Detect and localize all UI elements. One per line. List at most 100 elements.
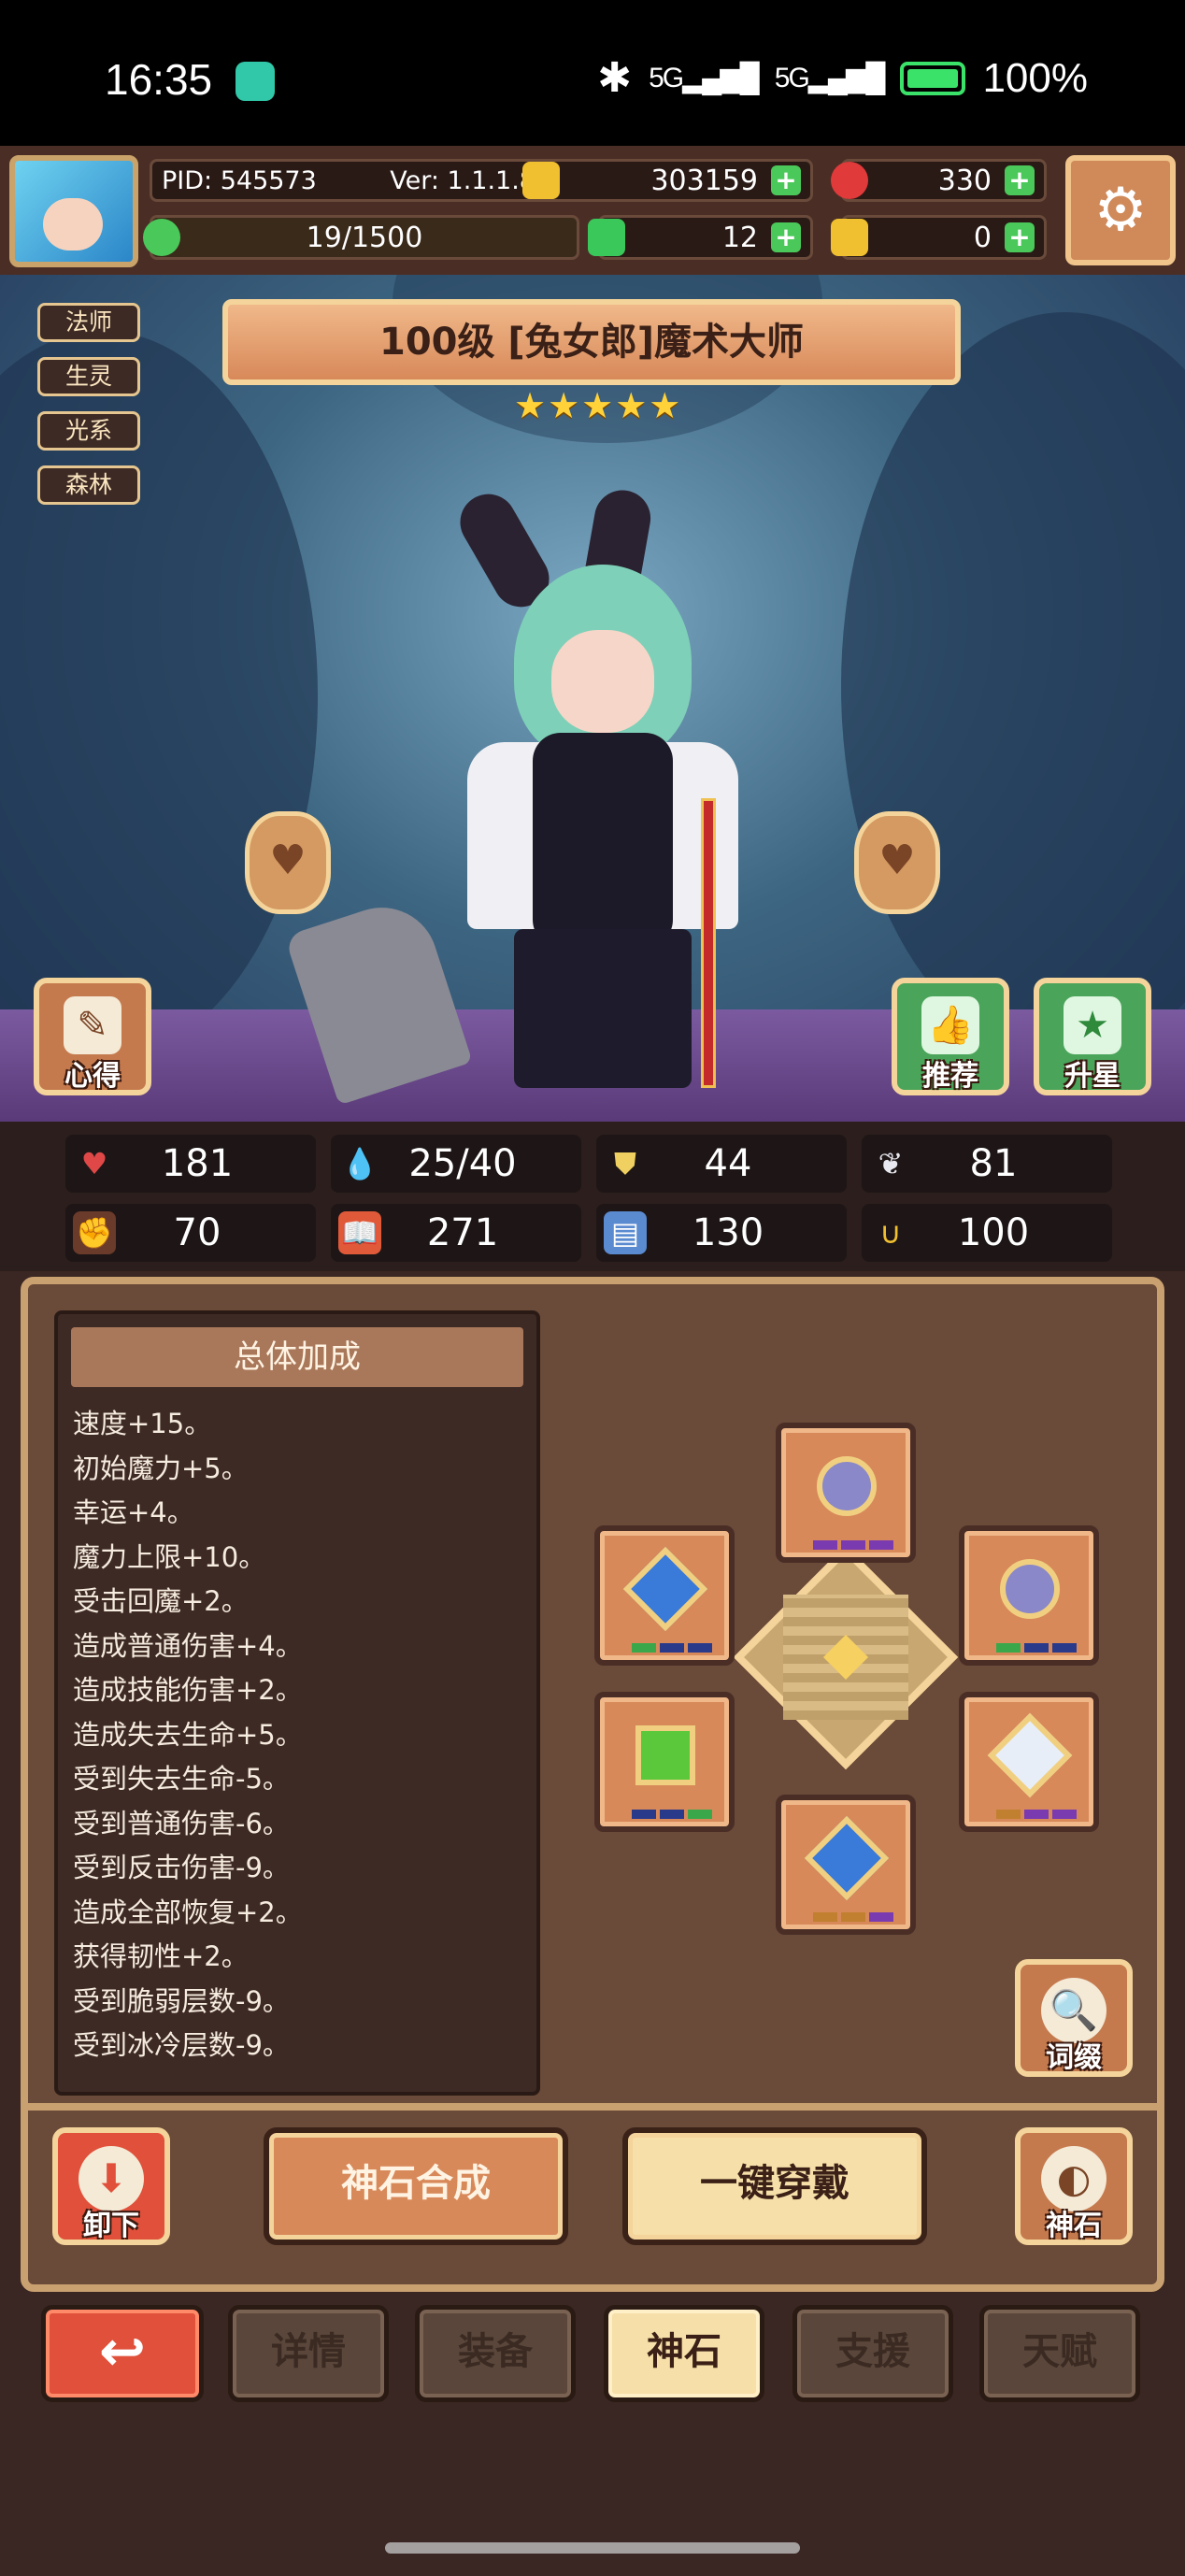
godstone-slot-bottom[interactable] [776, 1795, 916, 1935]
equip-all-button[interactable]: 一键穿戴 [622, 2127, 927, 2245]
key-amount: 0 [973, 221, 992, 254]
prev-hero-button[interactable]: ♥ [245, 811, 331, 914]
key-icon [831, 219, 868, 256]
heart-icon: ♥ [80, 1146, 108, 1181]
blue-crystal-gem-icon [804, 1815, 890, 1901]
tag-class: 法师 [37, 303, 140, 342]
bonus-line: 造成技能伤害+2。 [73, 1674, 303, 1706]
clock: 16:35 [105, 55, 213, 104]
energy-icon [143, 219, 180, 256]
blue-crystal-gem-icon [622, 1546, 708, 1632]
bonus-line: 受到脆弱层数-9。 [73, 1984, 290, 2017]
total-bonus-box: 总体加成 速度+15。 初始魔力+5。 幸运+4。 魔力上限+10。 受击回魔+… [54, 1310, 540, 2096]
affix-label: 词缀 [1046, 2041, 1102, 2074]
clover-amount: 12 [721, 221, 758, 254]
stat-luck: ∪ 100 [862, 1204, 1112, 1262]
stat-defense: ⛊ 44 [596, 1135, 847, 1193]
hero-tags: 法师 生灵 光系 森林 [37, 303, 140, 505]
godstone-slot-top[interactable] [776, 1423, 916, 1563]
hero-character-sprite [450, 483, 738, 1097]
bonus-line: 受到失去生命-5。 [73, 1763, 290, 1795]
green-square-gem-icon [635, 1725, 695, 1785]
godstone-slot-lower-left[interactable] [594, 1692, 735, 1832]
bonus-list: 速度+15。 初始魔力+5。 幸运+4。 魔力上限+10。 受击回魔+2。 造成… [58, 1402, 536, 2068]
add-gold-button[interactable]: + [771, 165, 801, 195]
stat-attack: ✊ 70 [65, 1204, 316, 1262]
game-version: Ver: 1.1.1.8 [390, 165, 535, 195]
add-key-button[interactable]: + [1005, 222, 1035, 252]
tag-race: 生灵 [37, 357, 140, 396]
bonus-line: 造成普通伤害+4。 [73, 1629, 303, 1662]
unequip-button[interactable]: ⬇ 卸下 [52, 2127, 170, 2245]
add-clover-button[interactable]: + [771, 222, 801, 252]
godstone-panel: 总体加成 速度+15。 初始魔力+5。 幸运+4。 魔力上限+10。 受击回魔+… [21, 1277, 1164, 2292]
tab-support[interactable]: 支援 [792, 2305, 953, 2402]
total-bonus-title: 总体加成 [71, 1327, 523, 1387]
tag-habitat: 森林 [37, 465, 140, 505]
add-red-gem-button[interactable]: + [1005, 165, 1035, 195]
shield-icon: ⛊ [613, 1146, 636, 1181]
hero-star-rating: ★★★★★ [514, 385, 683, 426]
hero-stats: ♥ 181 💧 25/40 ⛊ 44 ❦ 81 ✊ 70 📖 271 ▤ 130… [0, 1122, 1185, 1271]
app-notification-icon [236, 62, 275, 101]
bonus-line: 受到冰冷层数-9。 [73, 2029, 290, 2061]
bonus-line: 初始魔力+5。 [73, 1452, 249, 1484]
affix-button[interactable]: 🔍 词缀 [1015, 1959, 1133, 2077]
tab-godstone[interactable]: 神石 [604, 2305, 764, 2402]
purple-orb-gem-icon [987, 1546, 1073, 1632]
stat-magic: 📖 271 [331, 1204, 581, 1262]
bonus-line: 魔力上限+10。 [73, 1540, 266, 1573]
hero-title-banner: 100级 [兔女郎]魔术大师 [222, 299, 961, 385]
insight-label: 心得 [64, 1060, 121, 1093]
tag-element: 光系 [37, 411, 140, 451]
hero-scene: 法师 生灵 光系 森林 100级 [兔女郎]魔术大师 ★★★★★ ♥ ♥ ✎ 心… [0, 275, 1185, 1122]
bonus-line: 造成失去生命+5。 [73, 1718, 303, 1751]
godstone-synthesize-button[interactable]: 神石合成 [264, 2127, 568, 2245]
player-avatar[interactable] [9, 155, 138, 267]
stat-mana: 💧 25/40 [331, 1135, 581, 1193]
godstone-slot-upper-right[interactable] [959, 1525, 1099, 1666]
bluetooth-icon: ✱ [597, 55, 633, 101]
insight-button[interactable]: ✎ 心得 [34, 978, 151, 1095]
clover-counter: 12 + [588, 215, 813, 260]
bonus-line: 受到普通伤害-6。 [73, 1807, 290, 1839]
gear-icon: ⚙ [1093, 176, 1148, 245]
thumbs-up-icon: 👍 [921, 996, 979, 1054]
bonus-line: 速度+15。 [73, 1408, 212, 1439]
mana-drop-icon: 💧 [341, 1146, 378, 1181]
tab-details[interactable]: 详情 [228, 2305, 389, 2402]
settings-button[interactable]: ⚙ [1065, 155, 1176, 265]
next-hero-button[interactable]: ♥ [854, 811, 940, 914]
bonus-line: 幸运+4。 [73, 1496, 194, 1528]
panel-divider [21, 2103, 1164, 2111]
key-counter: 0 + [831, 215, 1047, 260]
stat-hp: ♥ 181 [65, 1135, 316, 1193]
tab-talent[interactable]: 天赋 [979, 2305, 1140, 2402]
purple-orb-gem-icon [804, 1443, 890, 1529]
recommend-button[interactable]: 👍 推荐 [892, 978, 1009, 1095]
energy-bar: 19/1500 [143, 215, 579, 260]
home-indicator[interactable] [385, 2542, 800, 2554]
godstone-slot-upper-left[interactable] [594, 1525, 735, 1666]
star-up-button[interactable]: ★ 升星 [1034, 978, 1151, 1095]
status-bar: 16:35 ✱ 5G▂▄▆█ 5G▂▄▆█ 100% [0, 0, 1185, 146]
godstone-info-button[interactable]: ◐ 神石 [1015, 2127, 1133, 2245]
back-button[interactable]: ↩ [41, 2305, 204, 2402]
recommend-label: 推荐 [922, 1060, 978, 1093]
forest-tree-right [841, 312, 1185, 1060]
white-diamond-gem-icon [987, 1712, 1073, 1798]
status-icons: ✱ 5G▂▄▆█ 5G▂▄▆█ 100% [597, 54, 1088, 102]
energy-amount: 19/1500 [306, 221, 423, 254]
gold-coin-icon [522, 162, 560, 199]
scroll-icon: ▤ [604, 1211, 647, 1254]
book-icon: 📖 [338, 1211, 381, 1254]
wing-icon: ❦ [878, 1146, 904, 1181]
godstone-slot-lower-right[interactable] [959, 1692, 1099, 1832]
star-icon: ★ [1064, 996, 1121, 1054]
godstone-info-label: 神石 [1046, 2210, 1102, 2242]
bonus-line: 获得韧性+2。 [73, 1940, 249, 1972]
fist-icon: ✊ [73, 1211, 116, 1254]
tab-equipment[interactable]: 装备 [415, 2305, 576, 2402]
hero-title: 100级 [兔女郎]魔术大师 [379, 321, 804, 364]
heart-right-icon: ♥ [878, 837, 916, 884]
